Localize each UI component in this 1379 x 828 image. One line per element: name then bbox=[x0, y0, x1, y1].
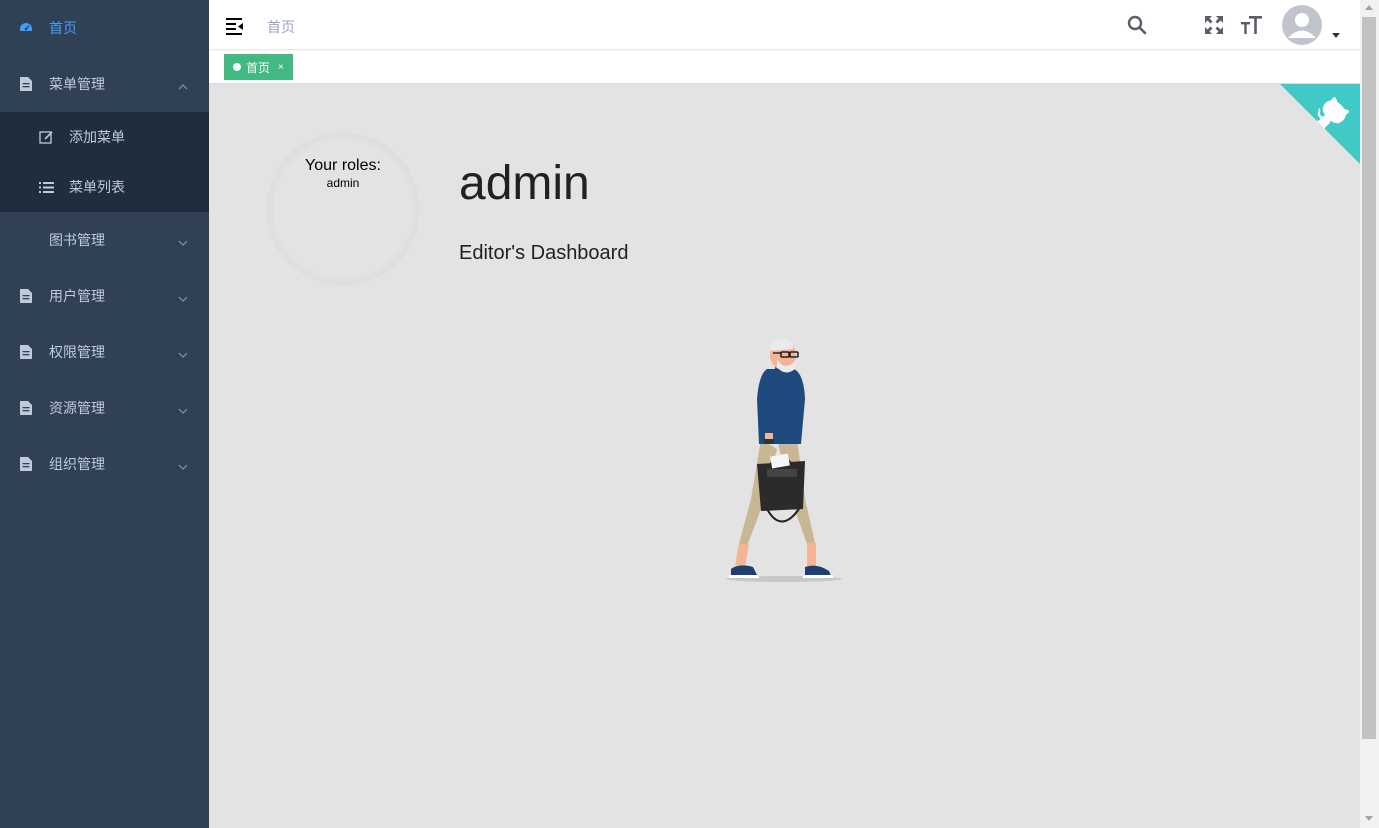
document-icon bbox=[18, 288, 34, 304]
sidebar-item-book-management[interactable]: 图书管理 bbox=[0, 212, 209, 268]
chevron-down-icon bbox=[178, 403, 188, 414]
tag-home[interactable]: 首页 × bbox=[224, 54, 293, 80]
dashboard-title: Editor's Dashboard bbox=[459, 242, 629, 264]
sidebar-item-label: 用户管理 bbox=[49, 288, 105, 304]
roles-circle[interactable]: Your roles: admin bbox=[268, 134, 418, 284]
list-icon bbox=[38, 179, 54, 195]
sidebar-item-label: 菜单管理 bbox=[49, 76, 105, 92]
edit-icon bbox=[38, 129, 54, 145]
sidebar-item-menu-list[interactable]: 菜单列表 bbox=[0, 162, 209, 212]
scroll-down-arrow-icon[interactable] bbox=[1365, 816, 1373, 821]
sidebar-item-organization-management[interactable]: 组织管理 bbox=[0, 436, 209, 492]
chevron-up-icon bbox=[178, 79, 188, 90]
font-size-icon[interactable] bbox=[1241, 14, 1263, 36]
sidebar-item-label: 添加菜单 bbox=[69, 129, 125, 145]
github-corner[interactable] bbox=[1280, 84, 1360, 164]
sidebar-item-label: 图书管理 bbox=[49, 232, 105, 248]
vertical-scrollbar[interactable] bbox=[1360, 0, 1379, 828]
dashboard-icon bbox=[18, 20, 34, 36]
sidebar-item-label: 组织管理 bbox=[49, 456, 105, 472]
sidebar-item-menu-management[interactable]: 菜单管理 bbox=[0, 56, 209, 112]
hamburger-icon[interactable] bbox=[225, 15, 245, 35]
tag-label: 首页 bbox=[246, 60, 271, 75]
display-name: admin bbox=[459, 157, 590, 210]
chevron-down-icon bbox=[178, 459, 188, 470]
sidebar-item-label: 资源管理 bbox=[49, 400, 105, 416]
document-icon bbox=[18, 400, 34, 416]
sidebar-item-add-menu[interactable]: 添加菜单 bbox=[0, 112, 209, 162]
chevron-down-icon bbox=[178, 347, 188, 358]
search-icon[interactable] bbox=[1126, 14, 1148, 36]
document-icon bbox=[18, 344, 34, 360]
submenu-menu-management: 添加菜单 菜单列表 bbox=[0, 112, 209, 212]
document-icon bbox=[18, 76, 34, 92]
breadcrumb: 首页 bbox=[267, 19, 295, 35]
tags-view: 首页 × bbox=[209, 51, 1360, 84]
document-icon bbox=[18, 456, 34, 472]
sidebar-item-permission-management[interactable]: 权限管理 bbox=[0, 324, 209, 380]
avatar[interactable] bbox=[1282, 5, 1322, 45]
chevron-down-icon bbox=[178, 291, 188, 302]
scrollbar-thumb[interactable] bbox=[1362, 17, 1376, 739]
scroll-up-arrow-icon[interactable] bbox=[1365, 5, 1373, 10]
fullscreen-icon[interactable] bbox=[1203, 14, 1225, 36]
sidebar: 首页 菜单管理 添加菜单 菜单列表 图书管理 用户管理 权限管理 资源管理 组织… bbox=[0, 0, 209, 828]
sidebar-item-user-management[interactable]: 用户管理 bbox=[0, 268, 209, 324]
close-icon[interactable]: × bbox=[278, 62, 284, 73]
navbar: 首页 bbox=[209, 0, 1360, 50]
sidebar-item-label: 菜单列表 bbox=[69, 179, 125, 195]
roles-value: admin bbox=[326, 176, 360, 190]
sidebar-item-label: 权限管理 bbox=[49, 344, 105, 360]
walking-man-illustration bbox=[719, 339, 849, 584]
sidebar-item-resource-management[interactable]: 资源管理 bbox=[0, 380, 209, 436]
tag-active-dot bbox=[233, 63, 241, 71]
main-content: Your roles: admin admin Editor's Dashboa… bbox=[209, 84, 1360, 828]
caret-down-icon[interactable] bbox=[1332, 33, 1340, 38]
sidebar-item-home[interactable]: 首页 bbox=[0, 0, 209, 56]
sidebar-item-label: 首页 bbox=[49, 20, 77, 36]
roles-title: Your roles: bbox=[305, 157, 381, 174]
chevron-down-icon bbox=[178, 235, 188, 246]
